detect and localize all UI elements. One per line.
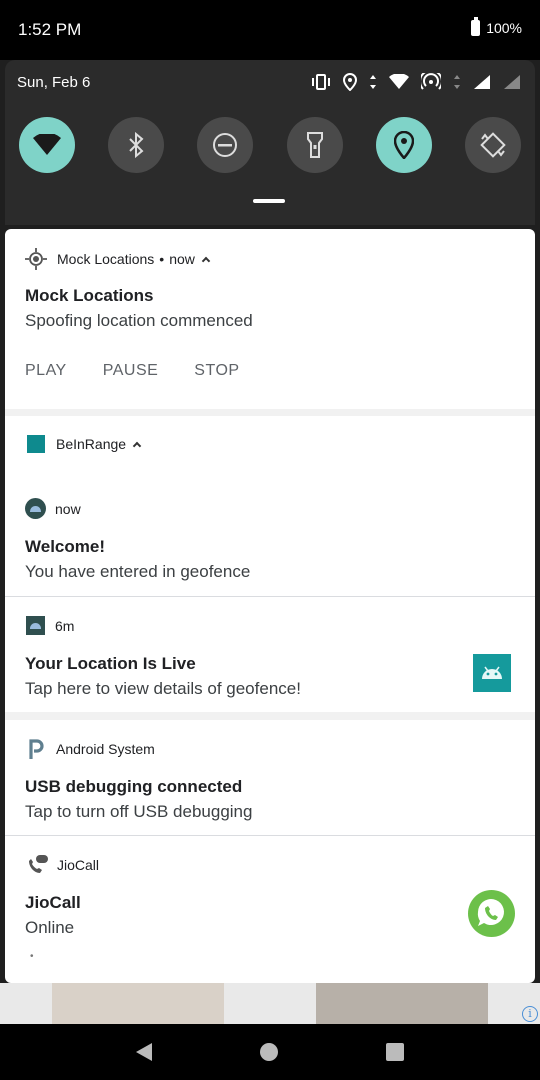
notification-jiocall[interactable]: JioCall JioCall Online • — [5, 836, 535, 983]
welcome-header: now — [25, 498, 81, 519]
jiocall-app-name: JioCall — [57, 857, 100, 873]
jiocall-text: Online — [25, 918, 75, 937]
notification-mock-locations[interactable]: Mock Locations • now Mock Locations Spoo… — [5, 229, 535, 409]
beinrange-header: BeInRange — [27, 435, 142, 453]
hotspot-icon — [421, 73, 441, 90]
welcome-title: Welcome! — [25, 537, 105, 556]
beinrange-app-icon — [27, 435, 45, 453]
notification-location-live[interactable]: 6m Your Location Is Live Tap here to vie… — [5, 597, 535, 712]
notification-gap — [5, 712, 535, 720]
welcome-text: You have entered in geofence — [25, 562, 251, 581]
navigation-bar — [0, 1024, 540, 1080]
status-bar: 1:52 PM 100% — [0, 0, 540, 60]
quick-settings-panel: Sun, Feb 6 — [5, 60, 535, 225]
cell-signal-2-icon — [504, 75, 520, 89]
qs-status-icons — [311, 73, 521, 91]
live-text: Tap here to view details of geofence! — [25, 679, 301, 698]
phone-bubble-icon — [477, 899, 504, 926]
play-button[interactable]: PLAY — [25, 362, 67, 380]
android-avatar-icon — [25, 498, 46, 519]
status-time: 1:52 PM — [18, 20, 82, 39]
chevron-up-icon[interactable] — [132, 441, 142, 451]
qs-expand-handle[interactable] — [253, 199, 285, 203]
notification-group-beinrange[interactable]: BeInRange now Welcome! You have entered … — [5, 416, 535, 596]
jiocall-avatar — [468, 890, 515, 937]
flashlight-icon — [306, 132, 323, 158]
qs-date: Sun, Feb 6 — [17, 74, 91, 91]
bluetooth-icon — [129, 132, 144, 158]
battery-indicator: 100% — [471, 17, 522, 36]
data-arrows-icon — [370, 75, 376, 89]
mock-title: Mock Locations — [25, 286, 154, 305]
live-title: Your Location Is Live — [25, 654, 196, 673]
usb-text: Tap to turn off USB debugging — [25, 802, 253, 821]
live-time: 6m — [55, 617, 75, 634]
vibrate-icon — [312, 74, 330, 90]
tile-wifi[interactable] — [19, 117, 75, 173]
phone-chat-icon — [29, 855, 48, 873]
gps-target-icon — [25, 248, 47, 270]
qs-tiles — [19, 117, 521, 173]
mock-app-name: Mock Locations — [57, 251, 155, 267]
mock-header: Mock Locations • now — [25, 248, 211, 270]
background-content — [0, 983, 540, 1024]
tile-do-not-disturb[interactable] — [197, 117, 254, 173]
auto-rotate-icon — [480, 132, 506, 158]
battery-level: 100% — [486, 20, 522, 36]
notification-gap — [5, 409, 535, 416]
notification-android-system[interactable]: Android System USB debugging connected T… — [5, 720, 535, 835]
location-icon — [393, 131, 414, 159]
info-icon[interactable]: i — [522, 1006, 538, 1022]
tile-bluetooth[interactable] — [108, 117, 165, 173]
mock-actions: PLAY PAUSE STOP — [25, 362, 240, 380]
jiocall-header: JioCall — [27, 855, 99, 875]
recents-button[interactable] — [386, 1043, 404, 1061]
mock-sep: • — [159, 251, 165, 267]
beinrange-app-name: BeInRange — [56, 436, 127, 452]
usb-p-icon — [29, 739, 44, 759]
home-button[interactable] — [260, 1043, 278, 1061]
location-status-icon — [343, 73, 357, 91]
android-system-header: Android System — [28, 739, 155, 759]
wifi-status-icon — [389, 74, 409, 89]
welcome-time: now — [55, 500, 81, 517]
android-large-icon — [473, 654, 511, 692]
more-dot: • — [30, 951, 34, 962]
signal-arrows-icon — [454, 75, 460, 89]
mock-text: Spoofing location commenced — [25, 311, 253, 330]
wifi-icon — [33, 134, 61, 155]
android-system-app-name: Android System — [56, 741, 155, 757]
battery-icon — [471, 17, 481, 36]
chevron-up-icon[interactable] — [201, 256, 211, 266]
cell-signal-icon — [474, 75, 490, 89]
mock-time: now — [169, 251, 195, 267]
usb-title: USB debugging connected — [25, 777, 243, 796]
stop-button[interactable]: STOP — [194, 362, 239, 380]
android-small-icon — [26, 616, 45, 635]
tile-location[interactable] — [375, 117, 432, 173]
tile-flashlight[interactable] — [286, 117, 343, 173]
pause-button[interactable]: PAUSE — [103, 362, 159, 380]
background-image-1 — [52, 983, 224, 1024]
background-image-2 — [316, 983, 488, 1024]
tile-auto-rotate[interactable] — [464, 117, 521, 173]
live-header: 6m — [26, 616, 74, 635]
do-not-disturb-icon — [213, 133, 238, 157]
jiocall-title: JioCall — [25, 893, 81, 912]
back-button[interactable] — [136, 1043, 152, 1061]
